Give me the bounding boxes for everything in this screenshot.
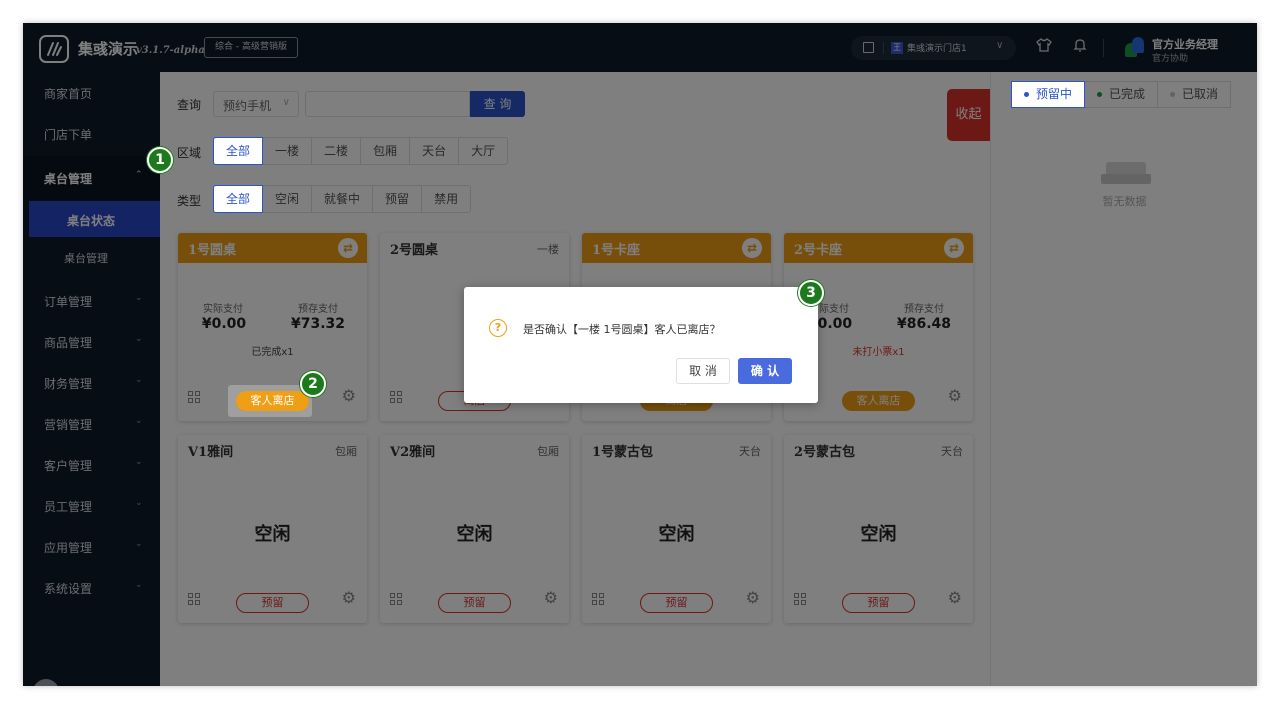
tab-reserved[interactable]: 预留中 (1011, 81, 1086, 108)
confirm-button[interactable]: 确 认 (738, 358, 792, 384)
tab-label: 预留中 (1036, 87, 1073, 101)
step-marker-2: 2 (300, 371, 326, 397)
type-option-all[interactable]: 全部 (213, 185, 264, 213)
step-marker-3: 3 (798, 280, 824, 306)
dialog-message: 是否确认【一楼 1号圆桌】客人已离店？ (523, 323, 721, 336)
guest-leave-button-highlighted[interactable]: 客人离店 (236, 391, 309, 411)
question-icon: ? (489, 319, 507, 337)
status-dot (1024, 92, 1029, 97)
app-window: 集彧演示 v3.1.7-alpha 综合 - 高级营销版 王 集彧演示门店1 ∨… (23, 23, 1257, 686)
cancel-button[interactable]: 取 消 (676, 358, 730, 384)
step-marker-1: 1 (147, 147, 173, 173)
area-option-all[interactable]: 全部 (213, 137, 264, 165)
confirm-dialog: ? 是否确认【一楼 1号圆桌】客人已离店？ 取 消 确 认 (464, 287, 818, 403)
